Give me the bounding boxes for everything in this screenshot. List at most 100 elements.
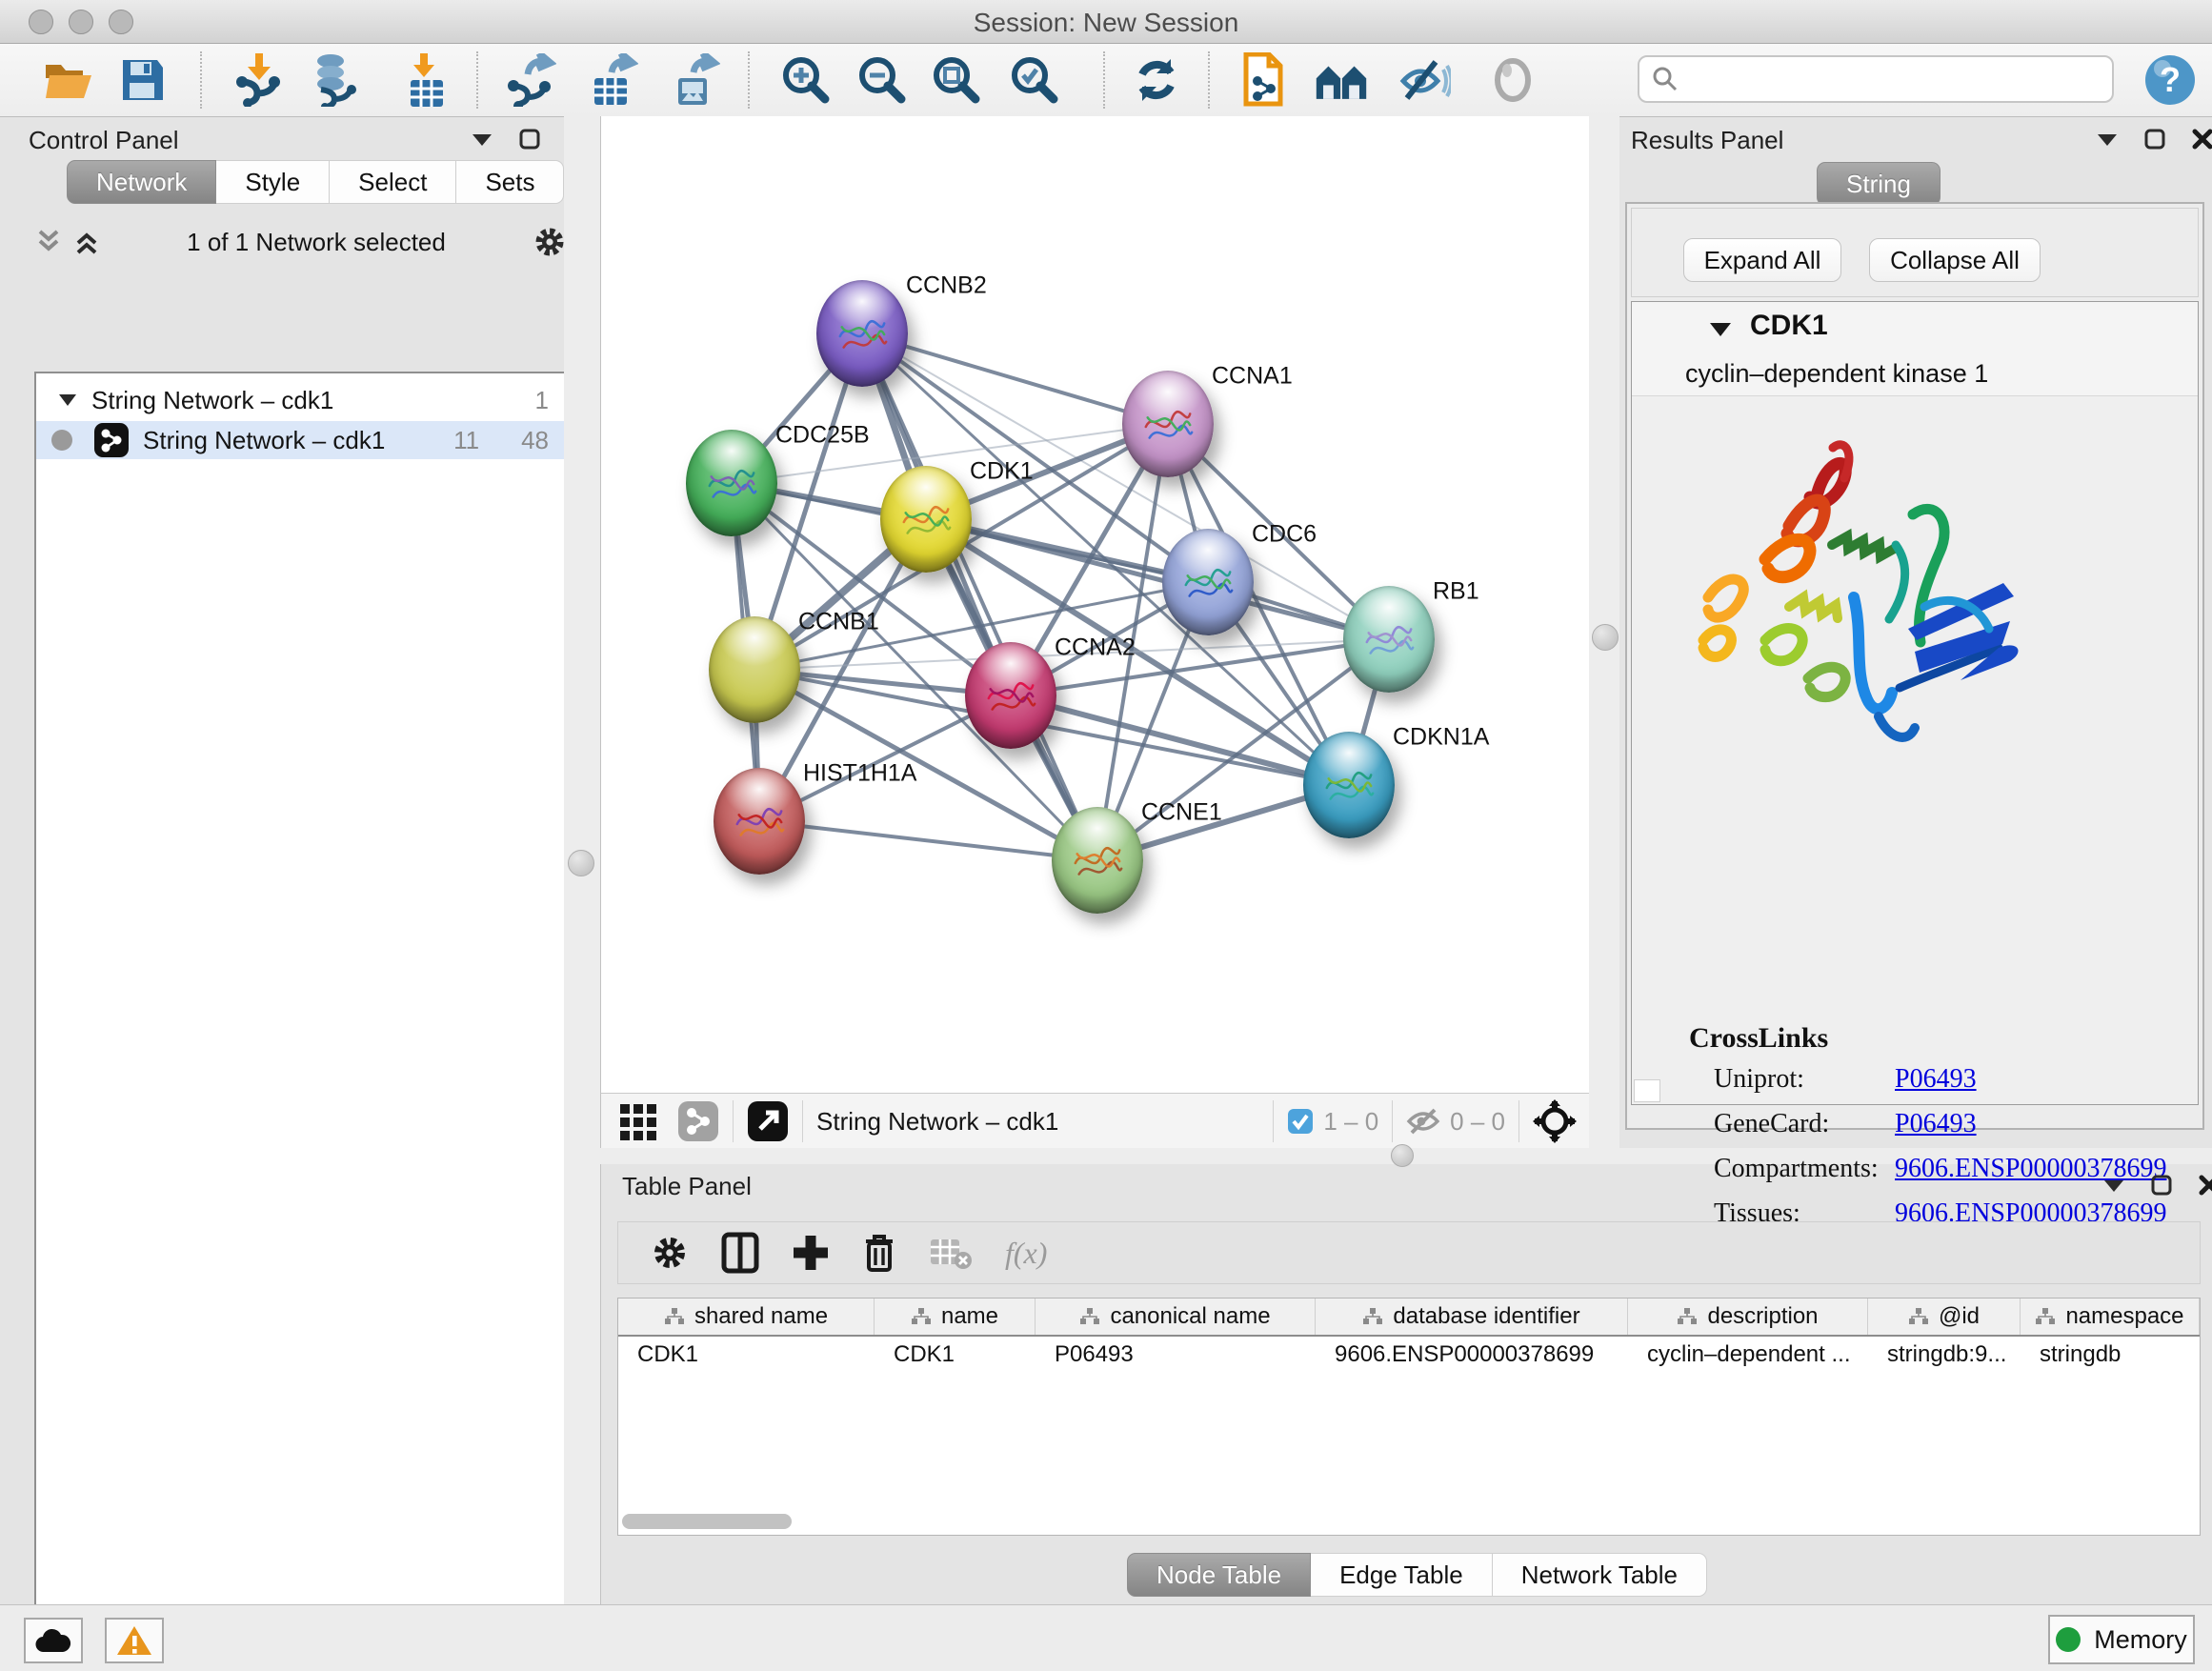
table-cell[interactable]: stringdb	[2021, 1337, 2200, 1373]
panel-restore-icon[interactable]	[2143, 128, 2166, 151]
table-cell[interactable]: stringdb:9...	[1868, 1337, 2021, 1373]
table-cell[interactable]: P06493	[1036, 1337, 1316, 1373]
tree-expand-icon[interactable]	[57, 393, 78, 408]
import-database-icon[interactable]	[308, 53, 361, 107]
panel-float-icon[interactable]	[2102, 1178, 2125, 1193]
open-session-icon[interactable]	[42, 53, 95, 107]
network-node-cdkn1a[interactable]	[1303, 732, 1395, 838]
collapse-all-button[interactable]: Collapse All	[1869, 238, 2041, 282]
search-field[interactable]	[1638, 55, 2114, 103]
first-neighbors-icon[interactable]	[1315, 53, 1368, 107]
left-splitter-handle[interactable]	[568, 850, 594, 876]
delete-column-icon[interactable]	[862, 1232, 896, 1274]
column-header-shared-name[interactable]: shared name	[618, 1299, 875, 1335]
network-row-selected[interactable]: String Network – cdk1 11 48	[36, 421, 570, 459]
panel-close-icon[interactable]	[2191, 128, 2212, 151]
network-options-gear-icon[interactable]	[532, 224, 568, 260]
right-splitter-handle[interactable]	[1592, 624, 1619, 651]
tab-edge-table[interactable]: Edge Table	[1311, 1553, 1493, 1597]
tab-string[interactable]: String	[1817, 162, 1941, 206]
network-node-ccnb2[interactable]	[816, 280, 908, 387]
export-network-icon[interactable]	[505, 53, 558, 107]
help-icon[interactable]: ?	[2143, 53, 2197, 107]
zoom-selected-icon[interactable]	[1008, 53, 1061, 107]
zoom-fit-icon[interactable]	[930, 53, 983, 107]
expand-all-icon[interactable]	[72, 228, 101, 256]
panel-restore-icon[interactable]	[518, 128, 541, 151]
network-node-ccne1[interactable]	[1052, 807, 1143, 914]
function-builder-icon: f(x)	[1005, 1236, 1047, 1271]
panel-close-icon[interactable]	[2198, 1174, 2212, 1197]
table-options-gear-icon[interactable]	[651, 1234, 689, 1272]
hide-selected-icon[interactable]	[1398, 53, 1452, 107]
column-header-description[interactable]: description	[1628, 1299, 1868, 1335]
export-table-icon[interactable]	[587, 53, 640, 107]
birdseye-share-icon[interactable]	[677, 1100, 719, 1142]
table-row[interactable]: CDK1CDK1P064939606.ENSP00000378699cyclin…	[618, 1337, 2200, 1373]
table-header-row: shared namenamecanonical namedatabase id…	[618, 1299, 2200, 1337]
column-header-name[interactable]: name	[875, 1299, 1036, 1335]
node-label-ccnb1: CCNB1	[798, 609, 879, 636]
column-header-database-identifier[interactable]: database identifier	[1316, 1299, 1628, 1335]
import-network-icon[interactable]	[232, 53, 286, 107]
show-columns-icon[interactable]	[721, 1232, 759, 1274]
network-canvas[interactable]: CCNB2 CCNA1 CDC25B CDK1 CDC6 RB1CCNB1 CC…	[600, 116, 1590, 1093]
export-image-icon[interactable]	[669, 53, 722, 107]
warning-button[interactable]	[105, 1618, 164, 1663]
network-collection-row[interactable]: String Network – cdk1 1	[36, 381, 570, 419]
protein-structure-image	[1675, 402, 2070, 812]
fit-content-crosshair-icon[interactable]	[1533, 1099, 1577, 1143]
tab-network-table[interactable]: Network Table	[1493, 1553, 1707, 1597]
table-cell[interactable]: CDK1	[618, 1337, 875, 1373]
show-all-icon[interactable]	[1486, 53, 1539, 107]
column-header--id[interactable]: @id	[1868, 1299, 2021, 1335]
open-in-window-icon[interactable]	[747, 1100, 789, 1142]
table-cell[interactable]: cyclin–dependent ...	[1628, 1337, 1868, 1373]
add-column-icon[interactable]	[792, 1234, 830, 1272]
refresh-icon[interactable]	[1130, 53, 1183, 107]
search-input[interactable]	[1679, 64, 2093, 95]
network-node-ccnb1[interactable]	[709, 616, 800, 723]
node-count: 11	[453, 426, 479, 455]
tab-network[interactable]: Network	[67, 160, 216, 204]
network-node-hist1h1a[interactable]	[714, 768, 805, 875]
protein-card-header[interactable]: CDK1	[1632, 302, 2198, 354]
expand-all-button[interactable]: Expand All	[1683, 238, 1841, 282]
zoom-out-icon[interactable]	[855, 53, 909, 107]
share-file-icon[interactable]	[1235, 53, 1288, 107]
column-header-canonical-name[interactable]: canonical name	[1036, 1299, 1316, 1335]
cloud-button[interactable]	[24, 1618, 83, 1663]
crosslink-link[interactable]: P06493	[1895, 1064, 1977, 1095]
tab-select[interactable]: Select	[330, 160, 456, 204]
toolbar-separator	[748, 51, 750, 109]
status-bar: Memory	[0, 1604, 2212, 1671]
crosslink-link[interactable]: P06493	[1895, 1109, 1977, 1139]
collapse-all-icon[interactable]	[34, 228, 63, 256]
collapse-section-icon[interactable]	[1708, 321, 1733, 338]
hidden-eye-icon	[1406, 1107, 1440, 1136]
panel-float-icon[interactable]	[2096, 131, 2119, 147]
tab-style[interactable]: Style	[216, 160, 330, 204]
tab-sets[interactable]: Sets	[456, 160, 564, 204]
table-cell[interactable]: 9606.ENSP00000378699	[1316, 1337, 1628, 1373]
zoom-in-icon[interactable]	[779, 53, 833, 107]
save-session-icon[interactable]	[116, 53, 170, 107]
panel-float-icon[interactable]	[471, 131, 493, 147]
horizontal-scrollbar[interactable]	[622, 1514, 792, 1529]
network-selection-status: 1 of 1 Network selected	[101, 228, 532, 257]
network-node-cdk1[interactable]	[880, 466, 972, 573]
selected-checkbox-icon[interactable]	[1287, 1108, 1314, 1135]
network-node-cdc6[interactable]	[1162, 529, 1254, 635]
network-node-rb1[interactable]	[1343, 586, 1435, 693]
grid-view-icon[interactable]	[618, 1100, 660, 1142]
panel-restore-icon[interactable]	[2150, 1174, 2173, 1197]
import-table-icon[interactable]	[400, 53, 453, 107]
network-node-cdc25b[interactable]	[686, 430, 777, 536]
column-header-namespace[interactable]: namespace	[2021, 1299, 2200, 1335]
network-node-ccna1[interactable]	[1122, 371, 1214, 477]
tab-node-table[interactable]: Node Table	[1127, 1553, 1311, 1597]
protein-thumbnail-icon	[1140, 399, 1196, 454]
memory-button[interactable]: Memory	[2048, 1615, 2195, 1664]
network-node-ccna2[interactable]	[965, 642, 1056, 749]
table-cell[interactable]: CDK1	[875, 1337, 1036, 1373]
